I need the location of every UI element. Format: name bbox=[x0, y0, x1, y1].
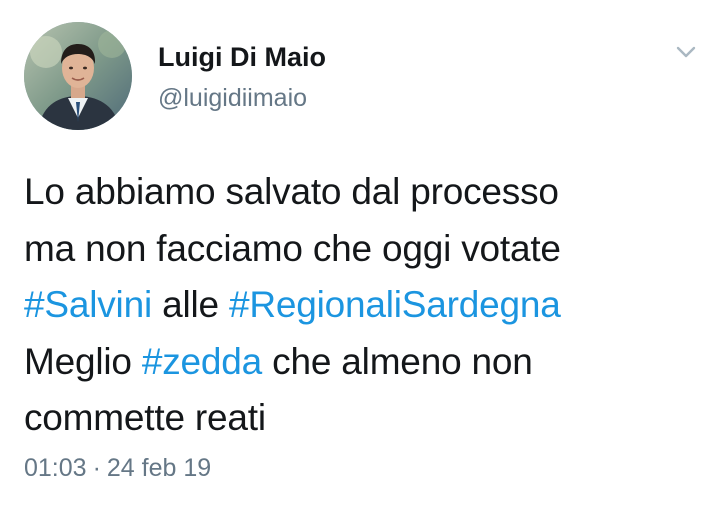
avatar-photo bbox=[24, 22, 132, 130]
chevron-down-icon[interactable] bbox=[672, 38, 700, 66]
tweet-text-line: ma non facciamo che oggi votate bbox=[24, 227, 561, 269]
hashtag-link-zedda[interactable]: #zedda bbox=[142, 341, 262, 382]
tweet-text-fragment: Meglio bbox=[24, 340, 142, 382]
hashtag-link-salvini[interactable]: #Salvini bbox=[24, 284, 152, 325]
author-handle[interactable]: @luigidiimaio bbox=[158, 84, 307, 113]
tweet-text-line: Meglio #zedda che almeno non bbox=[24, 334, 704, 391]
tweet-time: 01:03 bbox=[24, 454, 87, 482]
author-display-name[interactable]: Luigi Di Maio bbox=[158, 42, 326, 73]
tweet-text-line: #Salvini alle #RegionaliSardegna bbox=[24, 277, 704, 334]
tweet-text: Lo abbiamo salvato dal processo ma non f… bbox=[24, 164, 704, 447]
tweet-text-line: Lo abbiamo salvato dal processo bbox=[24, 171, 559, 212]
tweet-text-line: commette reati bbox=[24, 397, 266, 438]
avatar[interactable] bbox=[24, 22, 132, 130]
tweet-timestamp[interactable]: 01:03 · 24 feb 19 bbox=[24, 454, 211, 483]
tweet-date: 24 feb 19 bbox=[106, 454, 212, 482]
meta-separator: · bbox=[92, 454, 101, 482]
tweet-card: Luigi Di Maio @luigidiimaio Lo abbiamo s… bbox=[0, 0, 720, 512]
hashtag-link-regionalisardegna[interactable]: #RegionaliSardegna bbox=[229, 284, 561, 325]
tweet-text-fragment: alle bbox=[151, 284, 229, 325]
tweet-text-fragment: che almeno non bbox=[262, 340, 533, 382]
